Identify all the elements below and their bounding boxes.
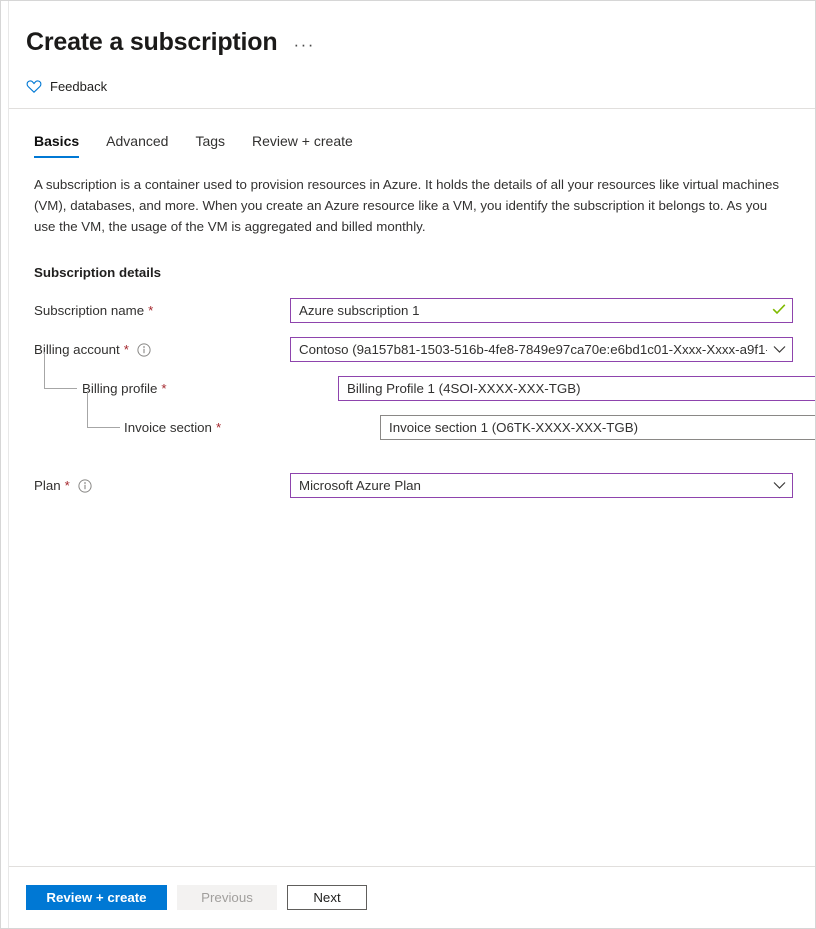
- required-marker: *: [216, 420, 221, 435]
- subscription-name-input[interactable]: [290, 298, 793, 323]
- field-plan: Microsoft Azure Plan: [290, 473, 793, 498]
- form-row-billing-profile: Billing profile * Billing Profile 1 (4SO…: [34, 374, 815, 403]
- intro-paragraph: A subscription is a container used to pr…: [34, 174, 779, 237]
- info-icon[interactable]: [78, 479, 92, 493]
- tab-advanced[interactable]: Advanced: [106, 133, 168, 158]
- field-invoice-section: Invoice section 1 (O6TK-XXXX-XXX-TGB): [380, 415, 815, 440]
- billing-profile-dropdown[interactable]: Billing Profile 1 (4SOI-XXXX-XXX-TGB): [338, 376, 815, 401]
- section-heading-subscription-details: Subscription details: [34, 265, 815, 280]
- tab-basics[interactable]: Basics: [34, 133, 79, 158]
- field-billing-account: Contoso (9a157b81-1503-516b-4fe8-7849e97…: [290, 337, 793, 362]
- label-text: Subscription name: [34, 303, 144, 318]
- invoice-section-value: Invoice section 1 (O6TK-XXXX-XXX-TGB): [389, 420, 815, 435]
- required-marker: *: [161, 381, 166, 396]
- ellipsis-icon[interactable]: ···: [293, 40, 314, 50]
- blade-content: Create a subscription ··· Feedback Basic…: [1, 1, 815, 866]
- next-button[interactable]: Next: [287, 885, 367, 910]
- form-rows: Subscription name *: [34, 296, 815, 500]
- title-row: Create a subscription ···: [9, 1, 815, 57]
- form-row-subscription-name: Subscription name *: [34, 296, 815, 325]
- form-row-billing-account: Billing account * Contoso (9a157: [34, 335, 815, 364]
- plan-value: Microsoft Azure Plan: [299, 478, 767, 493]
- info-icon[interactable]: [137, 343, 151, 357]
- billing-account-value: Contoso (9a157b81-1503-516b-4fe8-7849e97…: [299, 342, 767, 357]
- form-row-invoice-section: Invoice section * Invoice section 1 (O6T…: [34, 413, 815, 442]
- required-marker: *: [65, 478, 70, 493]
- label-billing-profile: Billing profile *: [34, 374, 338, 403]
- command-bar: Feedback: [9, 57, 815, 94]
- plan-dropdown[interactable]: Microsoft Azure Plan: [290, 473, 793, 498]
- tab-tags[interactable]: Tags: [195, 133, 225, 158]
- field-subscription-name: [290, 298, 793, 323]
- feedback-label: Feedback: [50, 79, 107, 94]
- invoice-section-dropdown[interactable]: Invoice section 1 (O6TK-XXXX-XXX-TGB): [380, 415, 815, 440]
- required-marker: *: [124, 342, 129, 357]
- chevron-down-icon: [773, 345, 786, 354]
- tab-list: Basics Advanced Tags Review + create: [9, 109, 815, 158]
- billing-account-dropdown[interactable]: Contoso (9a157b81-1503-516b-4fe8-7849e97…: [290, 337, 793, 362]
- label-text: Invoice section: [124, 420, 212, 435]
- chevron-down-icon: [773, 481, 786, 490]
- field-billing-profile: Billing Profile 1 (4SOI-XXXX-XXX-TGB): [338, 376, 815, 401]
- billing-profile-value: Billing Profile 1 (4SOI-XXXX-XXX-TGB): [347, 381, 815, 396]
- heart-icon: [26, 79, 42, 94]
- label-subscription-name: Subscription name *: [34, 296, 290, 325]
- review-create-button[interactable]: Review + create: [26, 885, 167, 910]
- form-row-plan: Plan * Microsoft Azure Plan: [34, 471, 815, 500]
- label-invoice-section: Invoice section *: [34, 413, 380, 442]
- footer-buttons: Review + create Previous Next: [9, 867, 815, 928]
- tab-review-create[interactable]: Review + create: [252, 133, 353, 158]
- label-plan: Plan *: [34, 471, 290, 500]
- tree-connector: [44, 352, 77, 389]
- label-text: Plan: [34, 478, 61, 493]
- required-marker: *: [148, 303, 153, 318]
- tree-connector: [87, 391, 120, 428]
- create-subscription-blade: Create a subscription ··· Feedback Basic…: [0, 0, 816, 929]
- previous-button[interactable]: Previous: [177, 885, 277, 910]
- blade-footer: Review + create Previous Next: [1, 866, 815, 928]
- page-title: Create a subscription: [26, 27, 277, 57]
- feedback-button[interactable]: Feedback: [26, 79, 107, 94]
- form-body: A subscription is a container used to pr…: [9, 158, 815, 500]
